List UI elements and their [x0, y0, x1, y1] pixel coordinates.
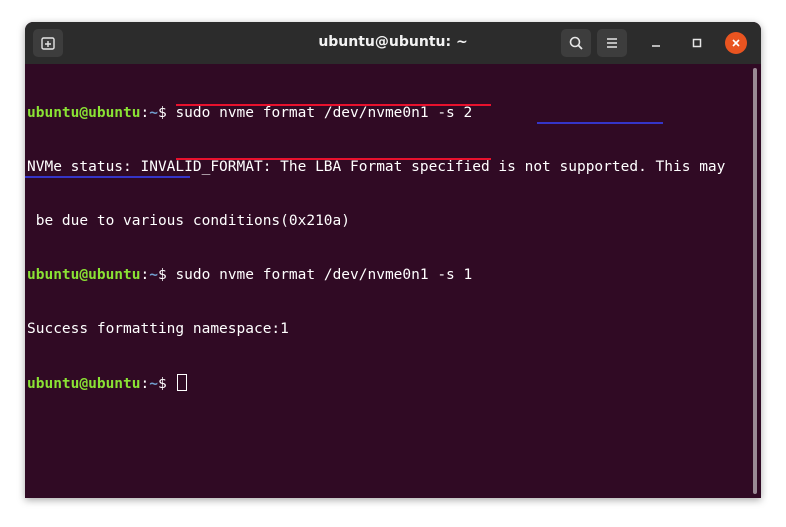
terminal-line-5: Success formatting namespace:1 — [27, 321, 289, 337]
prompt-user: ubuntu@ubuntu — [27, 267, 141, 283]
prompt-symbol: $ — [157, 376, 176, 392]
terminal-line-1: ubuntu@ubuntu:~$ sudo nvme format /dev/n… — [27, 104, 725, 122]
prompt-sep: : — [140, 105, 150, 121]
search-button[interactable] — [561, 29, 591, 57]
maximize-button[interactable] — [686, 32, 708, 54]
prompt-path: ~ — [149, 267, 158, 283]
terminal-line-2: NVMe status: INVALID_FORMAT: The LBA For… — [27, 159, 726, 175]
prompt-user: ubuntu@ubuntu — [27, 376, 141, 392]
terminal-line-6: ubuntu@ubuntu:~$ — [27, 374, 725, 392]
prompt-path: ~ — [149, 376, 158, 392]
menu-button[interactable] — [597, 29, 627, 57]
prompt-user: ubuntu@ubuntu — [27, 105, 141, 121]
command-text: sudo nvme format /dev/nvme0n1 -s 1 — [175, 267, 473, 283]
minimize-icon — [652, 45, 660, 47]
annotation-underline-command-1 — [176, 104, 491, 106]
prompt-sep: : — [140, 376, 150, 392]
terminal-window: ubuntu@ubuntu: ~ ubuntu@ubuntu:~$ sudo n… — [25, 22, 761, 498]
hamburger-menu-icon — [607, 38, 617, 48]
scrollbar[interactable] — [753, 68, 757, 494]
close-button[interactable] — [725, 32, 747, 54]
annotation-underline-command-2 — [176, 158, 491, 160]
prompt-path: ~ — [149, 105, 158, 121]
title-bar[interactable]: ubuntu@ubuntu: ~ — [25, 22, 761, 64]
prompt-symbol: $ — [157, 267, 176, 283]
prompt-symbol: $ — [157, 105, 176, 121]
prompt-sep: : — [140, 267, 150, 283]
annotation-underline-not-supported — [537, 122, 663, 124]
annotation-underline-success — [25, 176, 190, 178]
text-cursor — [177, 374, 188, 391]
close-icon — [732, 39, 740, 47]
search-icon — [569, 36, 583, 50]
terminal-area[interactable]: ubuntu@ubuntu:~$ sudo nvme format /dev/n… — [25, 64, 761, 498]
command-text: sudo nvme format /dev/nvme0n1 -s 2 — [175, 105, 473, 121]
terminal-line-3: be due to various conditions(0x210a) — [27, 213, 351, 229]
maximize-icon — [692, 38, 702, 48]
terminal-line-4: ubuntu@ubuntu:~$ sudo nvme format /dev/n… — [27, 266, 725, 284]
minimize-button[interactable] — [645, 32, 667, 54]
